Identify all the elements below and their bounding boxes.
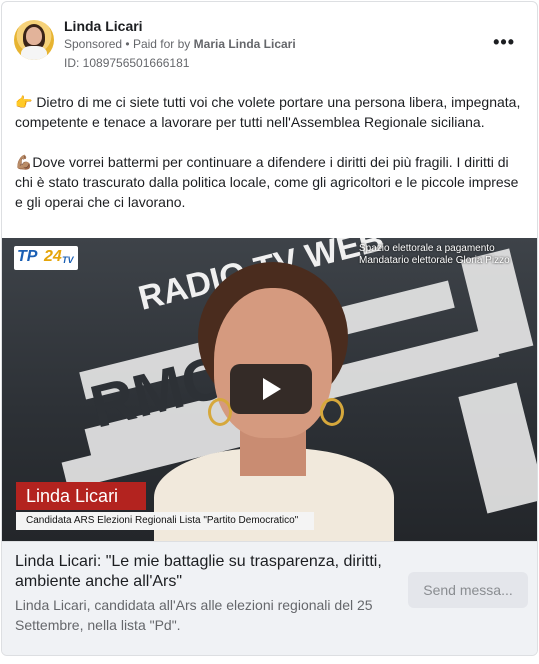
link-description: Linda Licari, candidata all'Ars alle ele…	[15, 597, 373, 633]
notice-line-2: Mandatario elettorale Gloria Pizzo	[359, 255, 510, 266]
notice-line-1: Spazio elettorale a pagamento	[359, 243, 495, 254]
earring-right	[320, 398, 344, 426]
earring-left	[208, 398, 232, 426]
avatar-body	[21, 46, 47, 60]
video-player[interactable]: RADIO TV WEB RMC 101 TP 24 TV Spazio ele…	[2, 238, 537, 541]
body-paragraph-1: 👉 Dietro di me ci siete tutti voi che vo…	[15, 94, 521, 130]
more-options-icon[interactable]: •••	[493, 32, 515, 53]
sponsored-line: Sponsored • Paid for by Maria Linda Lica…	[64, 37, 296, 51]
channel-logo: TP 24 TV	[14, 246, 78, 270]
paid-for-prefix: Paid for by	[132, 37, 191, 51]
sponsored-label: Sponsored	[64, 37, 123, 51]
lower-third-subtitle: Candidata ARS Elezioni Regionali Lista "…	[16, 512, 314, 530]
channel-logo-part-c: TV	[62, 255, 74, 265]
page-name[interactable]: Linda Licari	[64, 18, 143, 34]
ad-card: Linda Licari Sponsored • Paid for by Mar…	[1, 1, 538, 656]
body-paragraph-2: 💪🏽Dove vorrei battermi per continuare a …	[15, 154, 519, 210]
ad-body-text: 👉 Dietro di me ci siete tutti voi che vo…	[15, 92, 527, 246]
link-preview[interactable]: Linda Licari: "Le mie battaglie su trasp…	[2, 541, 537, 655]
speaker-face	[214, 288, 332, 438]
electoral-notice: Spazio elettorale a pagamento Mandatario…	[359, 243, 510, 267]
send-message-button[interactable]: Send messa...	[408, 572, 528, 608]
lower-third-name: Linda Licari	[16, 482, 146, 510]
paid-for-name: Maria Linda Licari	[193, 37, 296, 51]
separator-dot: •	[125, 37, 130, 51]
play-icon[interactable]	[230, 364, 312, 414]
ad-id: ID: 1089756501666181	[64, 56, 190, 70]
channel-logo-part-b: 24	[44, 248, 62, 265]
avatar-face	[26, 27, 42, 45]
link-headline[interactable]: Linda Licari: "Le mie battaglie su trasp…	[15, 552, 397, 592]
avatar[interactable]	[14, 20, 54, 60]
channel-logo-part-a: TP	[17, 248, 38, 265]
ad-header: Linda Licari Sponsored • Paid for by Mar…	[14, 16, 525, 72]
